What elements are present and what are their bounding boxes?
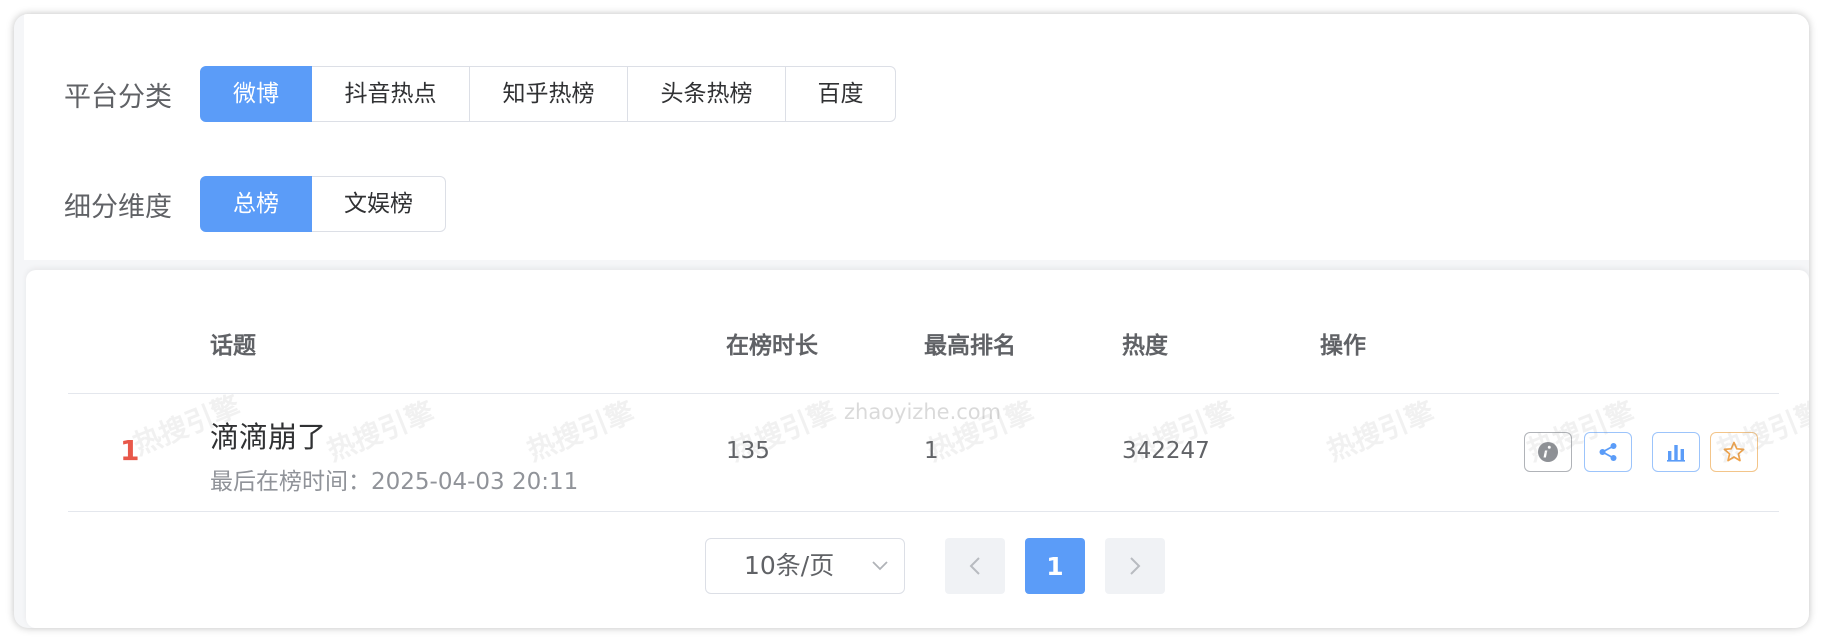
platform-button-group: 微博 抖音热点 知乎热榜 头条热榜 百度 bbox=[200, 66, 896, 122]
bar-chart-icon bbox=[1667, 445, 1685, 462]
duration-value: 135 bbox=[726, 438, 770, 464]
rank-number: 1 bbox=[120, 434, 140, 467]
share-button[interactable] bbox=[1584, 432, 1632, 472]
platform-option-weibo[interactable]: 微博 bbox=[200, 66, 312, 122]
header-best-rank: 最高排名 bbox=[924, 333, 1016, 359]
best-rank-value: 1 bbox=[924, 438, 939, 464]
dimension-option-overall[interactable]: 总榜 bbox=[200, 176, 312, 232]
dimension-filter-label: 细分维度 bbox=[64, 192, 172, 223]
favorite-button[interactable] bbox=[1710, 432, 1758, 472]
platform-filter-row: 平台分类 微博 抖音热点 知乎热榜 头条热榜 百度 bbox=[64, 62, 896, 126]
header-actions: 操作 bbox=[1320, 333, 1366, 359]
last-seen-time: 最后在榜时间：2025-04-03 20:11 bbox=[210, 469, 579, 495]
hot-topic-table-card: 话题 在榜时长 最高排名 热度 操作 1 滴滴崩了 最后在榜时间：2025-04… bbox=[26, 270, 1809, 628]
dimension-filter-row: 细分维度 总榜 文娱榜 bbox=[64, 172, 446, 236]
header-duration: 在榜时长 bbox=[726, 333, 818, 359]
star-icon bbox=[1723, 441, 1745, 462]
table-header: 话题 在榜时长 最高排名 热度 操作 bbox=[68, 326, 1779, 394]
info-icon bbox=[1538, 442, 1558, 462]
heat-value: 342247 bbox=[1122, 438, 1210, 464]
platform-option-douyin[interactable]: 抖音热点 bbox=[312, 66, 470, 122]
platform-option-baidu[interactable]: 百度 bbox=[786, 66, 896, 122]
page-size-select[interactable]: 10条/页 bbox=[705, 538, 905, 594]
platform-option-zhihu[interactable]: 知乎热榜 bbox=[470, 66, 628, 122]
next-page-button[interactable] bbox=[1105, 538, 1165, 594]
platform-option-toutiao[interactable]: 头条热榜 bbox=[628, 66, 786, 122]
page-number-1[interactable]: 1 bbox=[1025, 538, 1085, 594]
pagination: 10条/页 1 bbox=[26, 538, 1809, 594]
trend-chart-button[interactable] bbox=[1652, 432, 1700, 472]
header-topic: 话题 bbox=[210, 333, 256, 359]
row-actions bbox=[1524, 432, 1758, 472]
page-size-value: 10条/页 bbox=[744, 551, 835, 580]
dimension-option-entertainment[interactable]: 文娱榜 bbox=[312, 176, 446, 232]
platform-filter-label: 平台分类 bbox=[64, 82, 172, 113]
chevron-left-icon bbox=[969, 557, 980, 575]
app-frame: 平台分类 微博 抖音热点 知乎热榜 头条热榜 百度 细分维度 总榜 文娱榜 话题… bbox=[14, 14, 1809, 628]
chevron-down-icon bbox=[872, 561, 888, 571]
table-row: 1 滴滴崩了 最后在榜时间：2025-04-03 20:11 135 1 342… bbox=[68, 394, 1779, 512]
info-button[interactable] bbox=[1524, 432, 1572, 472]
dimension-button-group: 总榜 文娱榜 bbox=[200, 176, 446, 232]
topic-title-link[interactable]: 滴滴崩了 bbox=[210, 414, 326, 456]
prev-page-button[interactable] bbox=[945, 538, 1005, 594]
share-icon bbox=[1599, 443, 1617, 461]
header-heat: 热度 bbox=[1122, 333, 1168, 359]
chevron-right-icon bbox=[1130, 557, 1141, 575]
filter-panel: 平台分类 微博 抖音热点 知乎热榜 头条热榜 百度 细分维度 总榜 文娱榜 bbox=[24, 14, 1809, 260]
